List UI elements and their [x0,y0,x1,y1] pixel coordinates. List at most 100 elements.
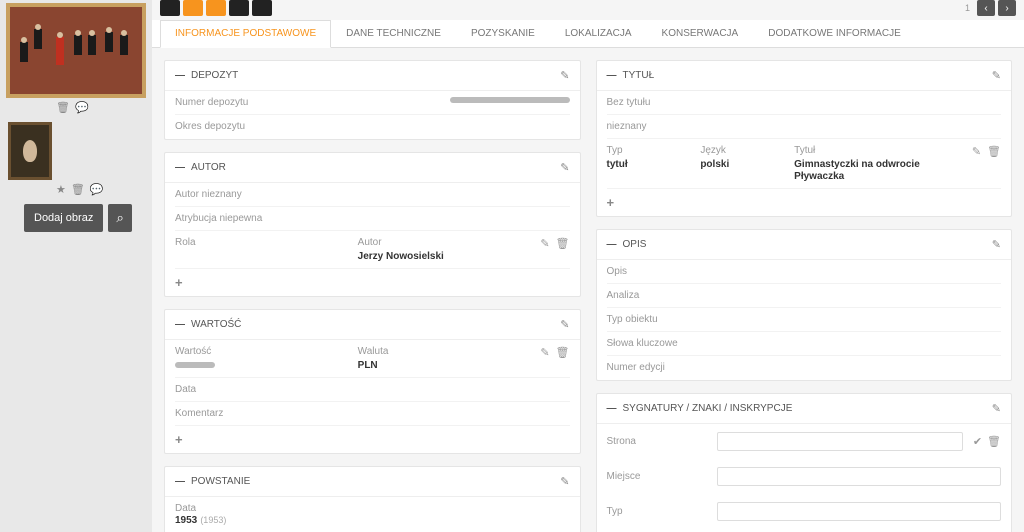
add-image-button[interactable]: Dodaj obraz [24,204,103,232]
add-title-button[interactable]: + [607,189,1002,216]
pencil-icon[interactable]: ✎ [560,318,569,331]
opis-label: Opis [607,266,1002,277]
panel-depozyt: — DEPOZYT ✎ Numer depozytu Okres depozyt… [164,60,581,140]
panel-title: TYTUŁ [623,70,655,81]
miejsce-input[interactable] [717,467,1002,486]
numer-depozytu-value [450,97,570,103]
pencil-icon[interactable]: ✎ [560,475,569,488]
main-area: 1 ‹ › INFORMACJE PODSTAWOWE DANE TECHNIC… [152,0,1024,532]
okres-depozytu-label: Okres depozytu [175,121,570,132]
tool-btn-2[interactable] [183,0,203,16]
trash-icon[interactable]: 🗑 [556,237,570,250]
main-thumbnail[interactable]: 🗑 💬 [0,3,152,114]
jezyk-value: polski [700,159,729,170]
pencil-icon[interactable]: ✎ [992,402,1001,415]
strona-input[interactable] [717,432,963,451]
pencil-icon[interactable]: ✎ [560,161,569,174]
panel-title: SYGNATURY / ZNAKI / INSKRYPCJE [623,403,793,414]
panel-title: OPIS [623,239,647,250]
collapse-icon[interactable]: — [607,70,617,81]
waluta-value: PLN [358,360,378,371]
collapse-icon[interactable]: — [175,319,185,330]
pencil-icon[interactable]: ✎ [972,145,981,158]
collapse-icon[interactable]: — [175,70,185,81]
typ-label: Typ [607,145,691,156]
secondary-thumbnail[interactable]: ★ 🗑 💬 [0,122,152,196]
star-icon[interactable]: ★ [56,183,66,196]
next-page-button[interactable]: › [998,0,1016,16]
tab-info[interactable]: INFORMACJE PODSTAWOWE [160,20,331,48]
tool-btn-3[interactable] [206,0,226,16]
typ-input[interactable] [717,502,1002,521]
tab-tech[interactable]: DANE TECHNICZNE [331,20,456,47]
panel-autor: — AUTOR ✎ Autor nieznany Atrybucja niepe… [164,152,581,297]
numer-edycji-label: Numer edycji [607,362,1002,373]
rok-sub: (1953) [200,515,226,525]
trash-icon[interactable]: 🗑 [556,346,570,359]
slowa-label: Słowa kluczowe [607,338,1002,349]
wartosc-label: Wartość [175,346,348,357]
panel-title: WARTOŚĆ [191,319,241,330]
jezyk-label: Język [700,145,784,156]
data-label: Data [175,503,226,514]
collapse-icon[interactable]: — [607,239,617,250]
add-author-button[interactable]: + [175,269,570,296]
collapse-icon[interactable]: — [175,476,185,487]
comment-icon[interactable]: 💬 [75,101,89,114]
check-icon[interactable]: ✔ [973,435,982,448]
tool-btn-4[interactable] [229,0,249,16]
numer-depozytu-label: Numer depozytu [175,97,450,108]
sidebar: 🗑 💬 ★ 🗑 💬 Dodaj obraz ⌕ [0,0,152,532]
tool-btn-5[interactable] [252,0,272,16]
wartosc-value [175,362,215,368]
trash-icon[interactable]: 🗑 [71,183,85,196]
pencil-icon[interactable]: ✎ [540,346,549,359]
analiza-label: Analiza [607,290,1002,301]
tab-loc[interactable]: LOKALIZACJA [550,20,647,47]
autor-label: Autor [358,237,531,248]
tab-cons[interactable]: KONSERWACJA [647,20,754,47]
search-button[interactable]: ⌕ [108,204,131,232]
add-value-button[interactable]: + [175,426,570,453]
page-indicator: 1 [965,3,970,13]
autor-nieznany: Autor nieznany [175,189,570,200]
tytul-value: Gimnastyczki na odwrocie Pływaczka [794,159,920,182]
top-toolbar: 1 ‹ › [152,0,1024,20]
tool-btn-1[interactable] [160,0,180,16]
pencil-icon[interactable]: ✎ [540,237,549,250]
waluta-label: Waluta [358,346,531,357]
panel-opis: — OPIS ✎ Opis Analiza Typ obiektu Słowa … [596,229,1013,381]
collapse-icon[interactable]: — [607,403,617,414]
trash-icon[interactable]: 🗑 [987,435,1001,448]
pencil-icon[interactable]: ✎ [992,238,1001,251]
prev-page-button[interactable]: ‹ [977,0,995,16]
trash-icon[interactable]: 🗑 [56,101,70,114]
tab-acq[interactable]: POZYSKANIE [456,20,550,47]
panel-tytul: — TYTUŁ ✎ Bez tytułu nieznany Typ tytuł [596,60,1013,217]
nieznany: nieznany [607,121,1002,132]
panel-title: DEPOZYT [191,70,238,81]
pencil-icon[interactable]: ✎ [560,69,569,82]
comment-icon[interactable]: 💬 [90,183,104,196]
typ-label: Typ [607,506,707,517]
tab-extra[interactable]: DODATKOWE INFORMACJE [753,20,916,47]
tytul-label: Tytuł [794,145,962,156]
atrybucja: Atrybucja niepewna [175,213,570,224]
trash-icon[interactable]: 🗑 [987,145,1001,158]
data-label: Data [175,384,570,395]
bez-tytulu-label: Bez tytułu [607,97,1002,108]
collapse-icon[interactable]: — [175,162,185,173]
rok-value: 1953 [175,515,197,526]
panel-title: AUTOR [191,162,226,173]
rola-label: Rola [175,237,348,248]
komentarz-label: Komentarz [175,408,570,419]
tabs: INFORMACJE PODSTAWOWE DANE TECHNICZNE PO… [152,20,1024,48]
strona-label: Strona [607,436,707,447]
panel-wartosc: — WARTOŚĆ ✎ Wartość Waluta PLN [164,309,581,454]
pencil-icon[interactable]: ✎ [992,69,1001,82]
miejsce-label: Miejsce [607,471,707,482]
panel-title: POWSTANIE [191,476,250,487]
panel-powstanie: — POWSTANIE ✎ Data 1953 (1953) Miejsce [164,466,581,532]
panel-sygnatury: — SYGNATURY / ZNAKI / INSKRYPCJE ✎ Stron… [596,393,1013,532]
autor-name: Jerzy Nowosielski [358,251,444,262]
